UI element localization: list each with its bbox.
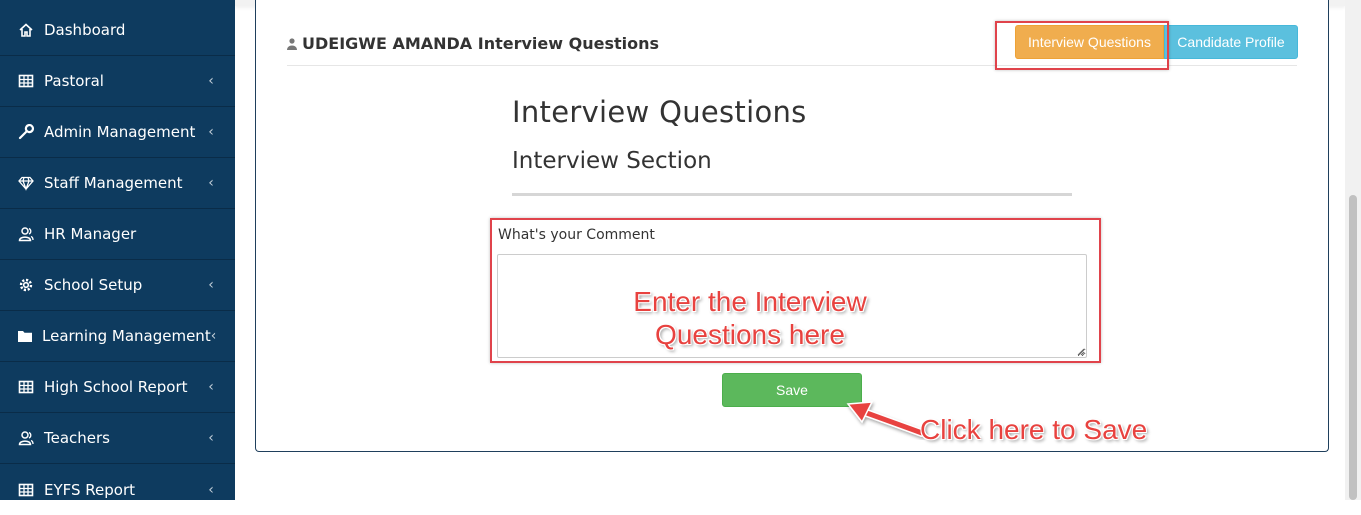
arrow-icon — [846, 401, 926, 437]
sidebar-item-label: Teachers — [44, 429, 110, 447]
chevron-left-icon: ‹ — [208, 481, 214, 498]
sidebar-item-teachers[interactable]: Teachers ‹ — [0, 413, 235, 464]
annotation-click-save: Click here to Save — [920, 414, 1148, 445]
scrollbar[interactable] — [1345, 0, 1361, 500]
chevron-left-icon: ‹ — [208, 175, 214, 191]
sidebar-item-label: Staff Management — [44, 174, 183, 192]
chevron-left-icon: ‹ — [210, 328, 217, 344]
sidebar-item-label: High School Report — [44, 378, 188, 396]
home-icon — [17, 21, 35, 39]
chevron-left-icon: ‹ — [208, 124, 214, 140]
chevron-left-icon: ‹ — [208, 430, 214, 446]
scrollbar-thumb[interactable] — [1349, 195, 1357, 500]
sidebar-item-dashboard[interactable]: Dashboard — [0, 5, 235, 56]
sidebar-item-label: Dashboard — [44, 21, 126, 39]
sidebar-item-hr-manager[interactable]: HR Manager — [0, 209, 235, 260]
annotation-line: Enter the Interview — [633, 286, 867, 317]
section-heading: Interview Questions — [512, 95, 807, 129]
sidebar-item-high-school-report[interactable]: High School Report ‹ — [0, 362, 235, 413]
sidebar-item-learning-management[interactable]: Learning Management ‹ — [0, 311, 235, 362]
chevron-left-icon: ‹ — [208, 73, 214, 89]
sidebar: Dashboard Pastoral ‹ Admin Management ‹ … — [0, 0, 235, 500]
sidebar-item-eyfs-report[interactable]: EYFS Report ‹ — [0, 464, 235, 500]
user-icon — [287, 37, 297, 50]
chevron-left-icon: ‹ — [208, 379, 214, 395]
sidebar-item-label: HR Manager — [44, 225, 137, 243]
sidebar-item-label: Learning Management — [42, 327, 211, 345]
sidebar-item-admin-management[interactable]: Admin Management ‹ — [0, 107, 235, 158]
chevron-left-icon: ‹ — [208, 277, 214, 293]
users-icon — [17, 225, 35, 243]
card-title-text: UDEIGWE AMANDA Interview Questions — [302, 34, 660, 53]
sidebar-item-label: Pastoral — [44, 72, 104, 90]
users-icon — [17, 429, 35, 447]
table-icon — [17, 481, 35, 499]
wrench-icon — [17, 123, 35, 141]
tab-candidate-profile[interactable]: Candidate Profile — [1164, 25, 1298, 59]
card-title: UDEIGWE AMANDA Interview Questions — [287, 34, 659, 53]
sidebar-item-pastoral[interactable]: Pastoral ‹ — [0, 56, 235, 107]
highlight-box-tabs — [995, 21, 1169, 70]
gear-icon — [17, 276, 35, 294]
table-icon — [17, 72, 35, 90]
sidebar-item-school-setup[interactable]: School Setup ‹ — [0, 260, 235, 311]
section-rule — [512, 193, 1072, 196]
sidebar-item-label: School Setup — [44, 276, 143, 294]
folder-icon — [17, 327, 33, 345]
diamond-icon — [17, 174, 35, 192]
section-subheading: Interview Section — [512, 148, 712, 174]
annotation-enter-questions: Enter the Interview Questions here — [600, 285, 900, 351]
annotation-line: Questions here — [655, 319, 845, 350]
sidebar-item-label: Admin Management — [44, 123, 196, 141]
sidebar-item-staff-management[interactable]: Staff Management ‹ — [0, 158, 235, 209]
sidebar-item-label: EYFS Report — [44, 480, 136, 499]
table-icon — [17, 378, 35, 396]
